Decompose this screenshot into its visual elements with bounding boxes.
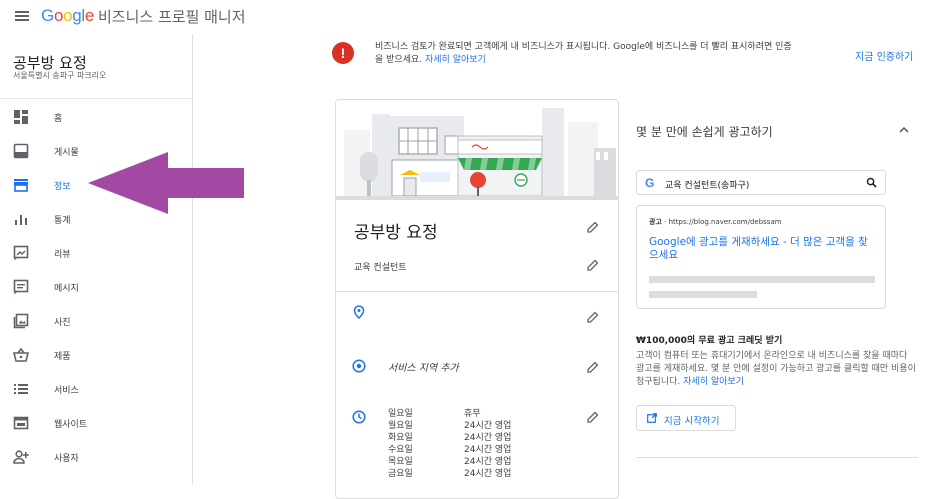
sidebar-item-label: 홈	[54, 114, 63, 124]
services-icon	[14, 384, 28, 394]
sidebar-item-home[interactable]: 홈	[0, 104, 193, 130]
sidebar-item-website[interactable]: 웹사이트	[0, 410, 193, 436]
search-query: 교육 컨설턴트(송파구)	[665, 181, 750, 191]
verify-now-button[interactable]: 지금 인증하기	[855, 48, 913, 63]
annotation-arrow	[88, 152, 244, 214]
hours-row: 월요일 24시간 영업	[388, 421, 512, 431]
credit-learn-more-link[interactable]: 자세히 알아보기	[683, 377, 744, 387]
ads-panel-title: 몇 분 만에 손쉽게 광고하기	[636, 125, 773, 139]
verification-alert: ! 비즈니스 검토가 완료되면 고객에게 내 비즈니스가 표시됩니다. Goog…	[330, 40, 930, 74]
website-icon	[13, 416, 29, 430]
business-info-card: 공부방 요정 교육 컨설턴트 서비스 지역 추가 일요일 휴무 월요일 24시간 영…	[335, 99, 619, 499]
store-icon	[14, 179, 28, 192]
storefront-illustration	[336, 100, 618, 200]
search-icon	[866, 177, 877, 188]
service-area-icon	[352, 359, 366, 373]
photos-icon	[13, 313, 29, 329]
sidebar-item-label: 제품	[54, 352, 71, 362]
sidebar-item-messages[interactable]: 메시지	[0, 274, 193, 300]
app-title: 비즈니스 프로필 매니저	[98, 8, 246, 26]
credit-offer-title: ₩100,000의 무료 광고 크레딧 받기	[636, 336, 783, 346]
sidebar-item-label: 사용자	[54, 454, 79, 464]
edit-service-area-icon[interactable]	[586, 360, 600, 374]
card-business-name: 공부방 요정	[354, 223, 438, 243]
sidebar-item-label: 정보	[54, 182, 71, 192]
divider	[336, 291, 618, 292]
learn-more-link[interactable]: 자세히 알아보기	[425, 55, 486, 65]
divider	[0, 98, 193, 99]
business-address: 서울특별시 송파구 파크리오	[13, 71, 107, 80]
dashboard-icon	[14, 110, 28, 124]
divider	[636, 457, 918, 458]
sidebar-item-services[interactable]: 서비스	[0, 376, 193, 402]
start-now-button[interactable]: 지금 시작하기	[636, 405, 736, 431]
google-g-icon: G	[645, 176, 655, 190]
top-bar: Google 비즈니스 프로필 매니저	[0, 0, 936, 34]
ad-preview-card: 광고 · https://blog.naver.com/debssam Goog…	[636, 205, 886, 309]
sidebar-item-label: 리뷰	[54, 250, 71, 260]
insights-icon	[15, 215, 27, 225]
business-name: 공부방 요정	[13, 54, 87, 72]
sidebar-item-products[interactable]: 제품	[0, 342, 193, 368]
sidebar-item-label: 통계	[54, 216, 71, 226]
sidebar-item-label: 사진	[54, 318, 71, 328]
sidebar-item-label: 서비스	[54, 386, 79, 396]
ads-promo-panel: 몇 분 만에 손쉽게 광고하기 G 교육 컨설턴트(송파구) 광고 · http…	[620, 99, 936, 484]
placeholder-line	[649, 276, 875, 283]
posts-icon	[13, 143, 29, 159]
menu-icon[interactable]	[15, 11, 29, 21]
sidebar-item-users[interactable]: 사용자	[0, 444, 193, 470]
sidebar-item-photos[interactable]: 사진	[0, 308, 193, 334]
edit-name-icon[interactable]	[586, 220, 600, 234]
sidebar-item-label: 게시물	[54, 148, 79, 158]
sidebar-item-reviews[interactable]: 리뷰	[0, 240, 193, 266]
sidebar-item-label: 웹사이트	[54, 420, 88, 430]
start-now-label: 지금 시작하기	[664, 416, 720, 427]
ad-meta: 광고 · https://blog.naver.com/debssam	[649, 218, 782, 226]
edit-address-icon[interactable]	[586, 310, 600, 324]
credit-offer-text: 고객이 컴퓨터 또는 휴대기기에서 온라인으로 내 비즈니스를 찾을 때마다 광…	[636, 351, 916, 387]
alert-message: 비즈니스 검토가 완료되면 고객에게 내 비즈니스가 표시됩니다. Google…	[375, 42, 792, 65]
card-category: 교육 컨설턴트	[354, 263, 407, 273]
opening-hours: 일요일 휴무 월요일 24시간 영업 화요일 24시간 영업 수요일 24시간 영업 목…	[388, 408, 511, 480]
hours-row: 화요일 24시간 영업	[388, 433, 512, 443]
messages-icon	[13, 279, 29, 295]
reviews-icon	[13, 245, 29, 261]
products-icon	[13, 347, 29, 362]
edit-hours-icon[interactable]	[586, 410, 600, 424]
service-area-add[interactable]: 서비스 지역 추가	[388, 359, 459, 374]
edit-category-icon[interactable]	[586, 258, 600, 272]
google-logo[interactable]: Google	[41, 6, 94, 26]
add-user-icon	[13, 450, 29, 464]
chevron-up-icon[interactable]	[897, 123, 911, 137]
hours-row: 일요일 휴무	[388, 409, 481, 419]
alert-icon: !	[332, 42, 354, 64]
hours-row: 금요일 24시간 영업	[388, 469, 512, 479]
location-pin-icon	[353, 305, 365, 319]
ad-preview-search-box: G 교육 컨설턴트(송파구)	[636, 170, 886, 195]
sidebar: 공부방 요정 서울특별시 송파구 파크리오 홈 게시물 정보 통계 리뷰 메시지…	[0, 34, 193, 484]
clock-icon	[352, 410, 366, 424]
hours-row: 목요일 24시간 영업	[388, 457, 512, 467]
sidebar-item-label: 메시지	[54, 284, 79, 294]
open-external-icon	[647, 413, 657, 423]
ad-headline: Google에 광고를 게재하세요 - 더 많은 고객을 찾으세요	[649, 236, 868, 261]
hours-row: 수요일 24시간 영업	[388, 445, 512, 455]
placeholder-line	[649, 291, 757, 298]
